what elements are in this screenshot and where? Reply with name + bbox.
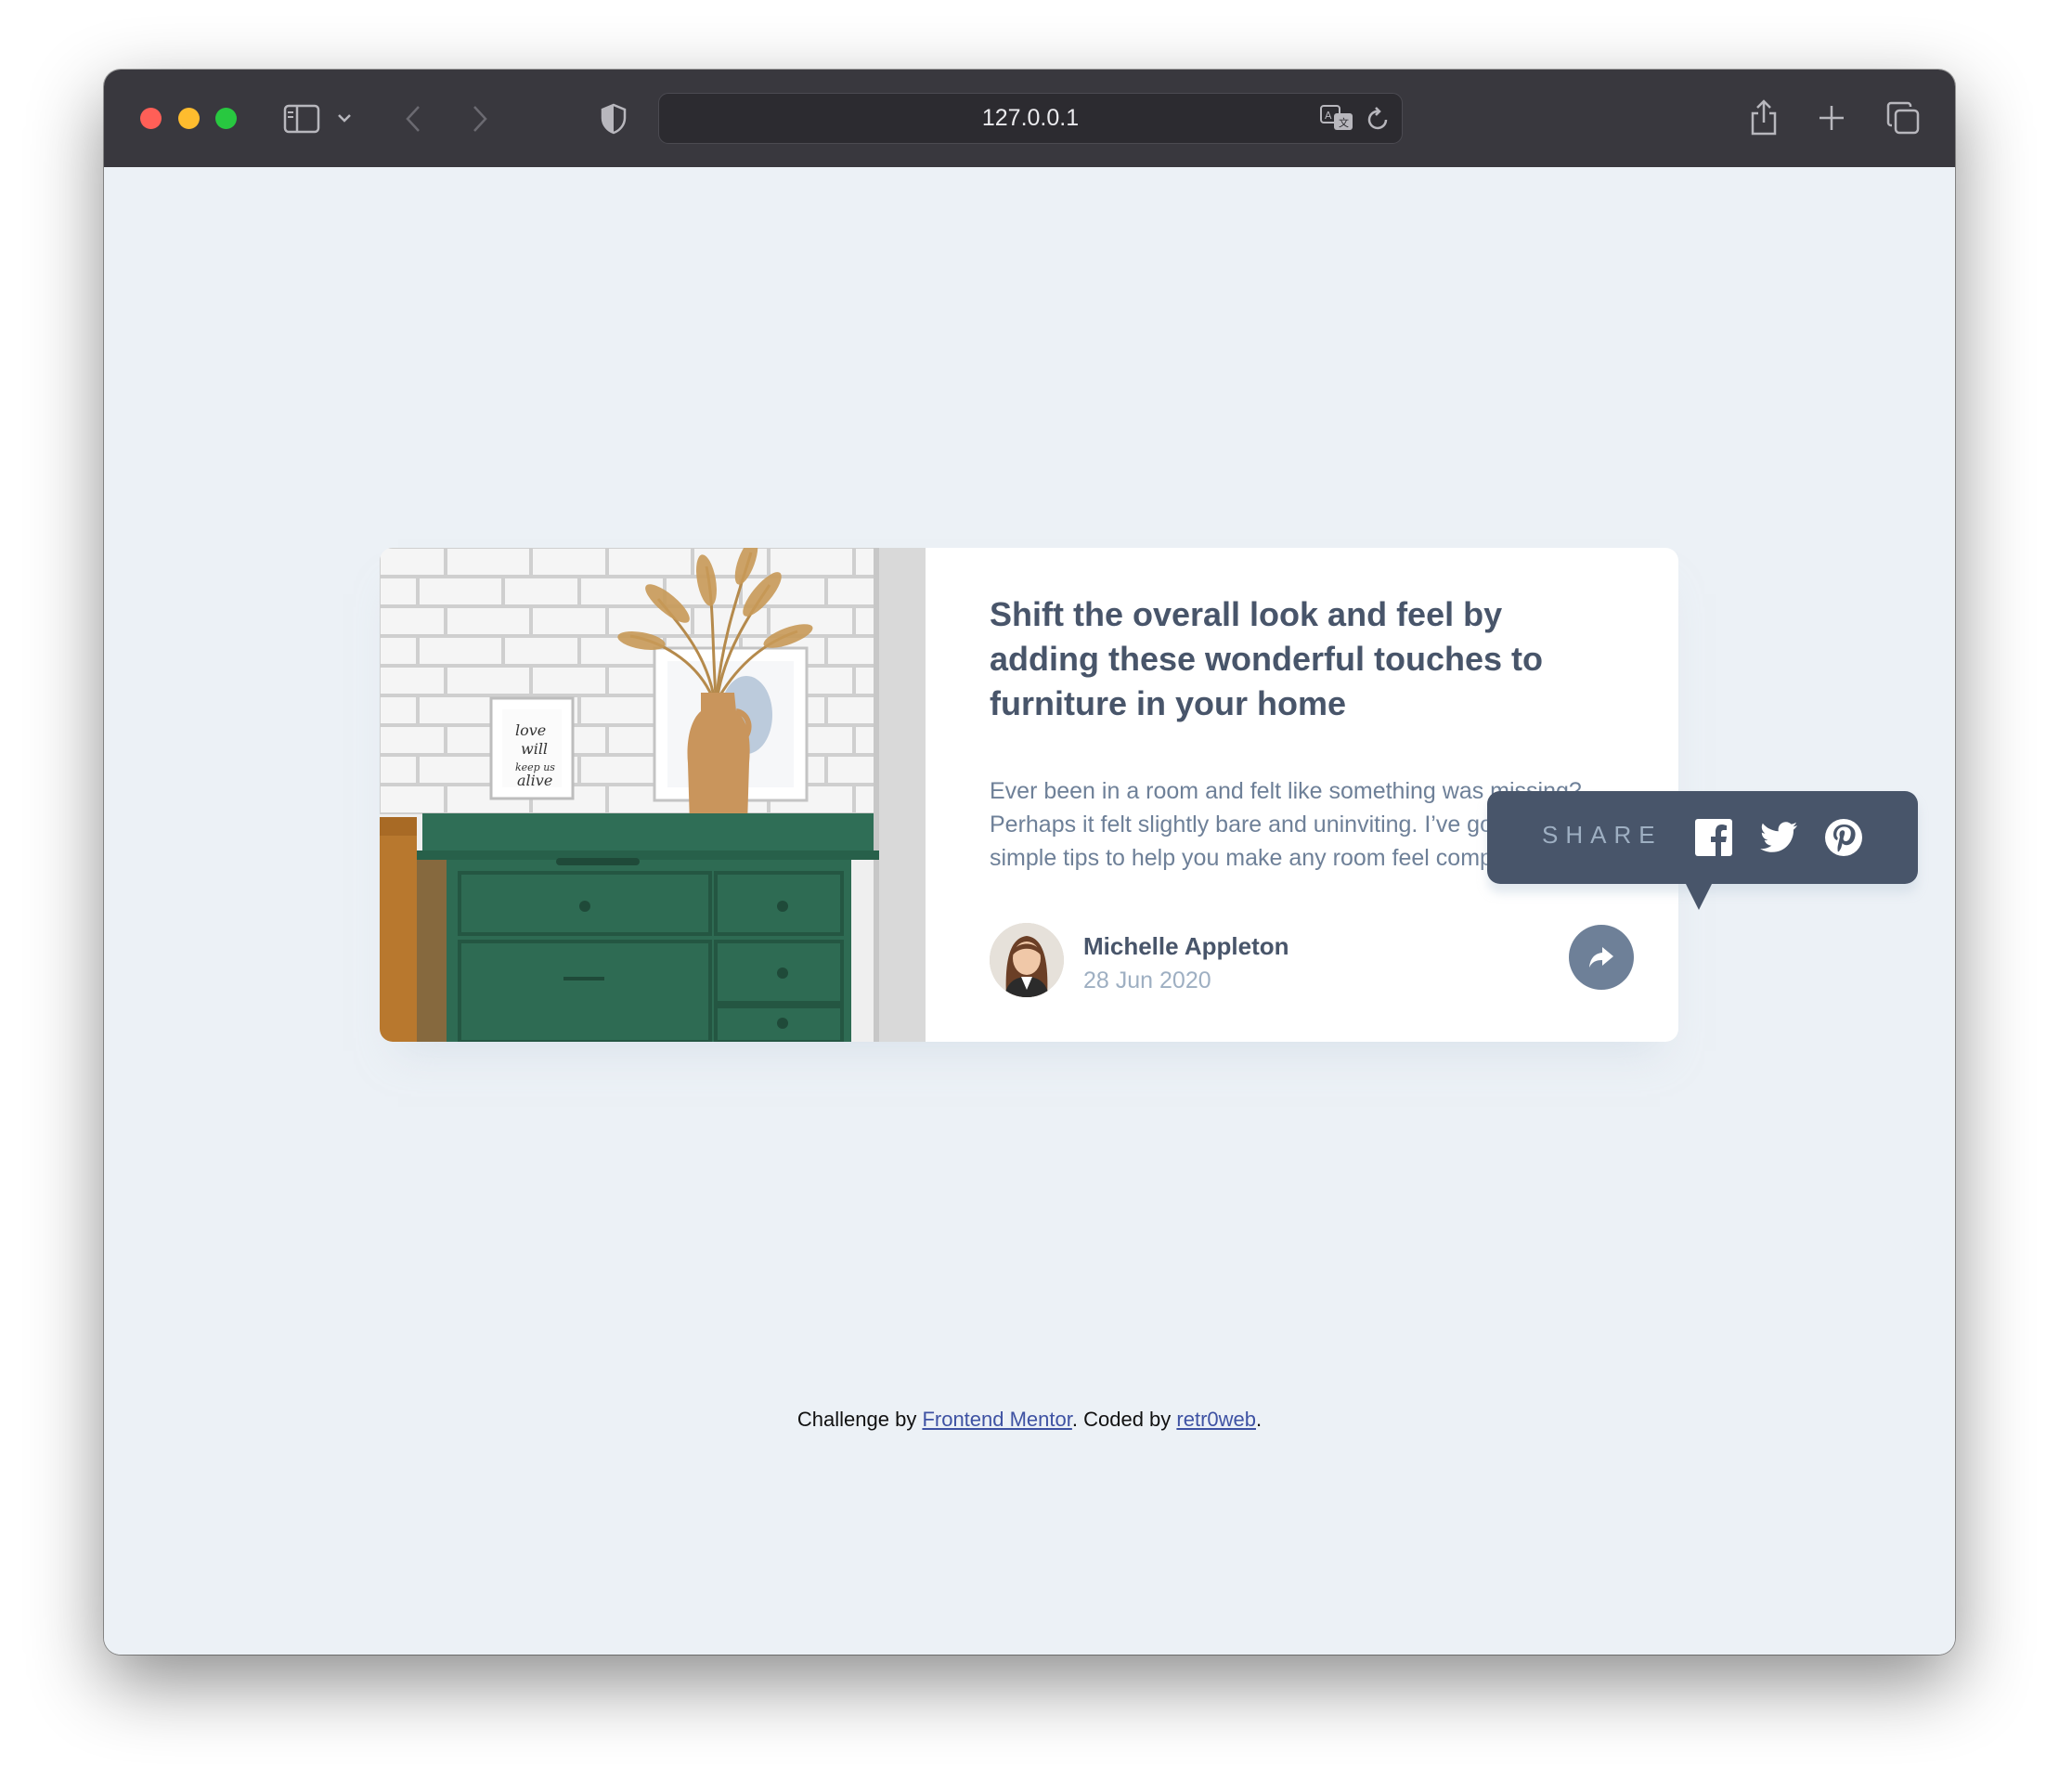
share-tooltip: SHARE: [1487, 791, 1918, 910]
chevron-down-icon[interactable]: [334, 107, 355, 129]
author-link[interactable]: retr0web: [1176, 1408, 1256, 1431]
author-name: Michelle Appleton: [1083, 932, 1289, 960]
pinterest-icon[interactable]: [1823, 817, 1864, 858]
browser-window: 127.0.0.1 A文 love will keep us alive Shi…: [104, 70, 1955, 1655]
address-bar[interactable]: 127.0.0.1 A文: [658, 93, 1403, 144]
back-icon[interactable]: [401, 103, 425, 135]
footer-prefix: Challenge by: [796, 1408, 923, 1431]
zoom-window-button[interactable]: [215, 108, 237, 129]
share-button[interactable]: [1569, 925, 1634, 990]
frontend-mentor-link[interactable]: Frontend Mentor: [922, 1408, 1071, 1431]
url-text: 127.0.0.1: [981, 105, 1080, 131]
browser-toolbar: 127.0.0.1 A文: [104, 70, 1955, 167]
svg-text:will: will: [521, 740, 548, 758]
avatar: [990, 923, 1064, 997]
publish-date: 28 Jun 2020: [1083, 967, 1211, 993]
reload-icon[interactable]: [1366, 105, 1392, 133]
shield-icon[interactable]: [599, 101, 628, 136]
facebook-icon[interactable]: [1693, 817, 1734, 858]
footer-suffix: .: [1255, 1408, 1263, 1431]
twitter-icon[interactable]: [1758, 817, 1799, 858]
svg-text:love: love: [515, 721, 546, 739]
page-content: love will keep us alive Shift the overal…: [104, 167, 1955, 1655]
article-title: Shift the overall look and feel by addin…: [990, 595, 1544, 722]
sidebar-icon[interactable]: [283, 102, 320, 136]
minimize-window-button[interactable]: [178, 108, 200, 129]
svg-text:alive: alive: [517, 772, 552, 789]
close-window-button[interactable]: [140, 108, 162, 129]
share-arrow-icon: [1589, 947, 1613, 967]
tabs-icon[interactable]: [1886, 101, 1920, 135]
translate-icon[interactable]: A文: [1319, 104, 1354, 132]
share-label: SHARE: [1542, 821, 1663, 849]
plus-icon[interactable]: [1817, 103, 1846, 133]
author-row: Michelle Appleton 28 Jun 2020: [990, 923, 1639, 999]
drawers-photo: love will keep us alive: [380, 548, 926, 1042]
article-card: love will keep us alive Shift the overal…: [380, 548, 1918, 1042]
footer-middle: . Coded by: [1071, 1408, 1177, 1431]
forward-icon[interactable]: [468, 103, 492, 135]
svg-text:A: A: [1325, 110, 1332, 122]
share-icon[interactable]: [1748, 97, 1780, 136]
svg-text:文: 文: [1339, 116, 1349, 129]
attribution-footer: Challenge by Frontend Mentor. Coded by r…: [104, 1408, 1955, 1432]
